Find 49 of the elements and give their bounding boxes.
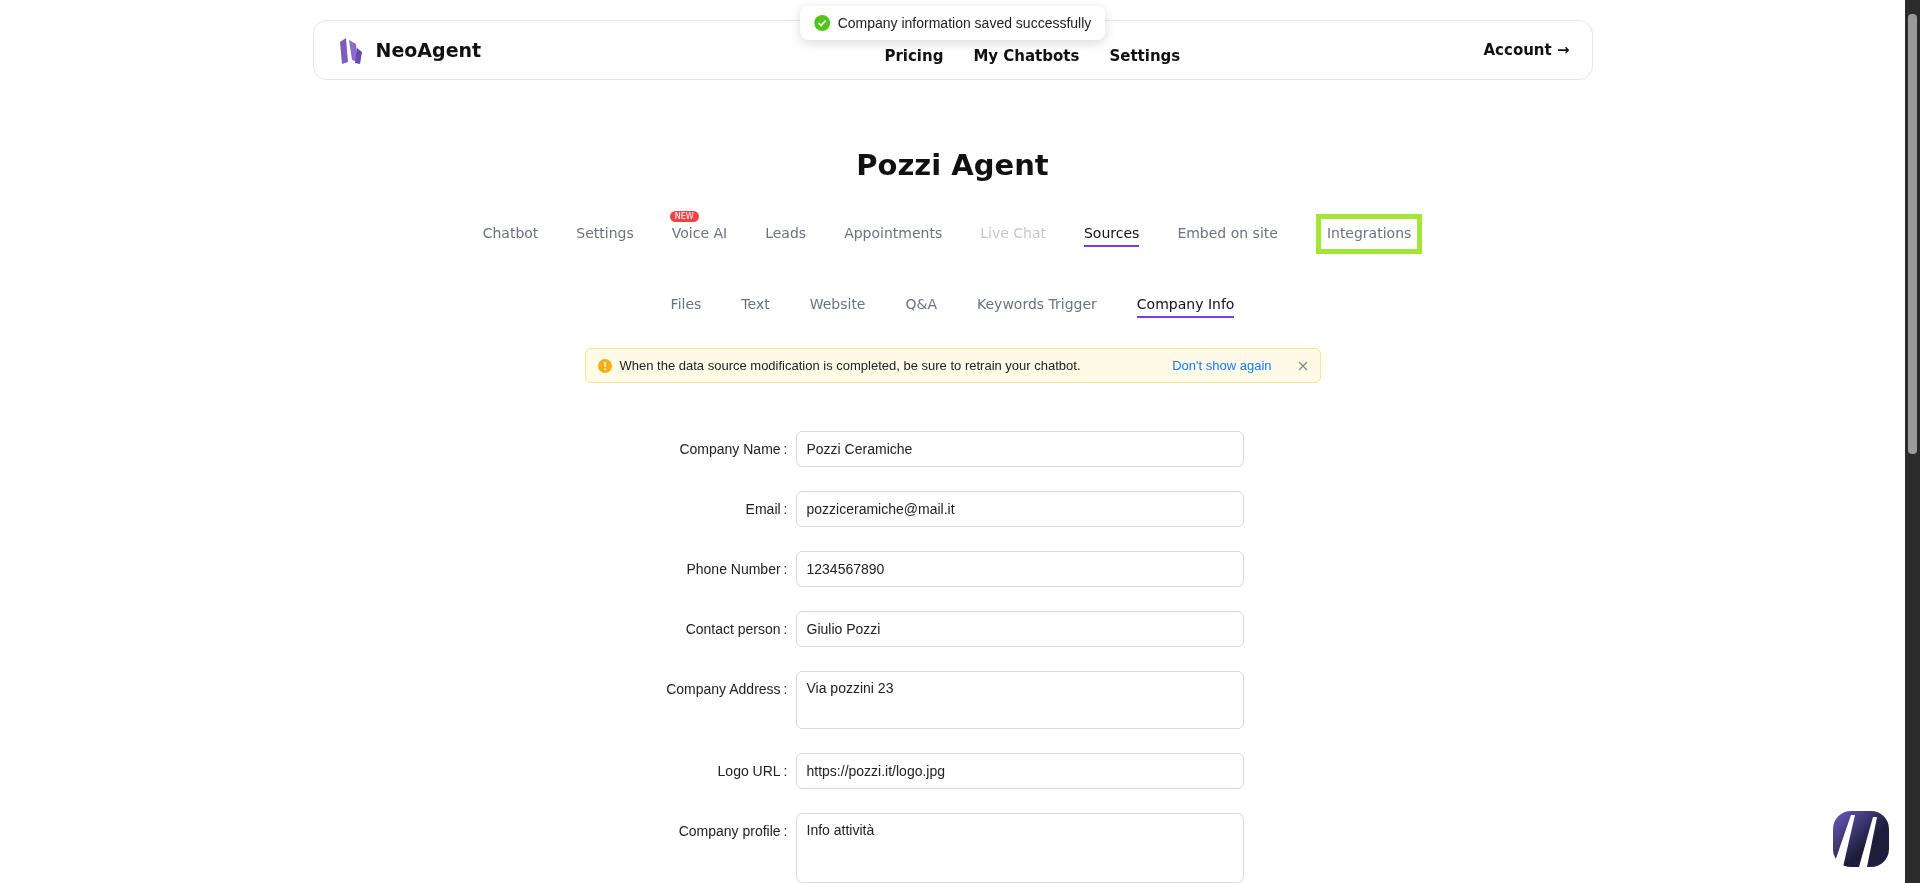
subtab[interactable]: Keywords Trigger [977,292,1097,319]
close-icon[interactable] [1297,360,1308,371]
input-field[interactable]: Giulio Pozzi [795,611,1244,647]
brand-name[interactable]: NeoAgent [375,39,482,62]
subtab[interactable]: Files [670,292,702,319]
tab[interactable]: Chatbot [482,221,539,248]
input-field[interactable]: Pozzi Ceramiche [795,431,1244,467]
nav-link[interactable]: Pricing [884,47,944,66]
tab[interactable]: Embed on site [1177,221,1278,248]
text-area[interactable]: Via pozzini 23 [795,671,1244,729]
field-label: Company Address [666,681,781,697]
input-field[interactable]: 1234567890 [795,551,1244,587]
dont-show-link[interactable]: Don't show again [1172,358,1272,374]
text-area[interactable]: Info attività [795,813,1244,883]
field-label: Phone Number [686,561,781,577]
tab[interactable]: Integrations [1326,221,1412,248]
label-colon: : [783,621,788,637]
field-label: Company profile [678,823,781,839]
tab[interactable]: Appointments [844,221,943,248]
nav-link[interactable]: My Chatbots [973,47,1080,66]
field-label: Logo URL [717,763,781,779]
account-link[interactable]: Account → [1483,41,1570,60]
label-colon: : [783,501,788,517]
page-title: Pozzi Agent [856,148,1049,183]
tab[interactable]: Leads [765,221,807,248]
subtab[interactable]: Company Info [1136,292,1235,319]
subtab[interactable]: Text [741,292,770,319]
check-circle-icon [813,15,830,31]
field-label: Company Name [679,441,781,457]
label-colon: : [783,681,788,697]
input-field[interactable]: https://pozzi.it/logo.jpg [795,753,1244,789]
tab[interactable]: Sources [1084,221,1140,248]
nav-link[interactable]: Settings [1109,47,1181,66]
label-colon: : [783,763,788,779]
alert-message: When the data source modification is completed, be sure to retrain your chatbot. [619,358,1082,374]
field-label: Contact person [685,621,781,637]
input-field[interactable]: pozziceramiche@mail.it [795,491,1244,527]
new-badge: NEW [669,211,699,223]
scrollbar[interactable] [1905,0,1920,883]
tab[interactable]: Voice AI [671,221,728,248]
field-label: Email [745,501,781,517]
label-colon: : [783,441,788,457]
label-colon: : [783,561,788,577]
tab[interactable]: Settings [576,221,634,248]
subtab[interactable]: Q&A [905,292,937,319]
warning-icon [597,358,612,373]
subtab[interactable]: Website [809,292,866,319]
toast-message: Company information saved successfully [837,15,1092,31]
label-colon: : [783,823,788,839]
